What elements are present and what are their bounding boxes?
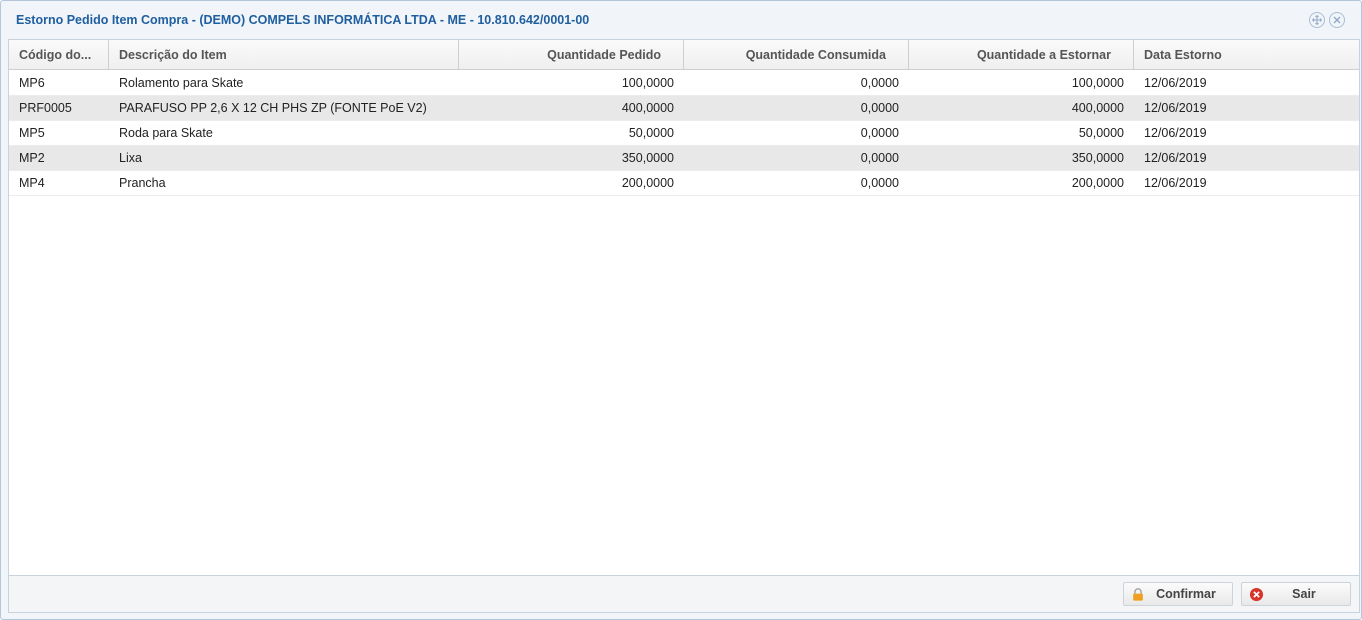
- cell-quantidade-pedido: 200,0000: [621, 176, 674, 190]
- cell-codigo: PRF0005: [19, 101, 72, 115]
- exit-label: Sair: [1292, 587, 1316, 601]
- column-header-descricao[interactable]: Descrição do Item: [109, 40, 459, 70]
- cell-descricao: Roda para Skate: [119, 126, 213, 140]
- close-icon[interactable]: [1329, 12, 1345, 28]
- cell-codigo: MP2: [19, 151, 45, 165]
- cancel-icon: [1248, 586, 1264, 602]
- cell-quantidade-consumida: 0,0000: [860, 151, 899, 165]
- lock-icon: [1130, 586, 1146, 602]
- cell-descricao: Rolamento para Skate: [119, 76, 244, 90]
- title-tools: [1309, 12, 1345, 28]
- cell-descricao: Prancha: [119, 176, 166, 190]
- cell-quantidade-pedido: 100,0000: [621, 76, 674, 90]
- cell-quantidade-pedido: 400,0000: [621, 101, 674, 115]
- cell-quantidade-estornar: 350,0000: [1071, 151, 1124, 165]
- window-title: Estorno Pedido Item Compra - (DEMO) COMP…: [16, 13, 590, 27]
- exit-button[interactable]: Sair: [1241, 582, 1351, 606]
- cell-data-estorno: 12/06/2019: [1144, 176, 1207, 190]
- title-bar[interactable]: Estorno Pedido Item Compra - (DEMO) COMP…: [1, 1, 1361, 39]
- cell-quantidade-estornar: 200,0000: [1071, 176, 1124, 190]
- column-header-data-estorno[interactable]: Data Estorno: [1134, 40, 1359, 70]
- table-row[interactable]: MP4 Prancha 200,0000 0,0000 200,0000 12/…: [9, 171, 1359, 196]
- cell-quantidade-consumida: 0,0000: [860, 176, 899, 190]
- grid-header: Código do... Descrição do Item Quantidad…: [9, 40, 1359, 70]
- cell-data-estorno: 12/06/2019: [1144, 76, 1207, 90]
- table-row[interactable]: MP5 Roda para Skate 50,0000 0,0000 50,00…: [9, 121, 1359, 146]
- cell-data-estorno: 12/06/2019: [1144, 101, 1207, 115]
- column-header-codigo[interactable]: Código do...: [9, 40, 109, 70]
- table-row[interactable]: MP2 Lixa 350,0000 0,0000 350,0000 12/06/…: [9, 146, 1359, 171]
- cell-quantidade-consumida: 0,0000: [860, 101, 899, 115]
- cell-data-estorno: 12/06/2019: [1144, 151, 1207, 165]
- cell-descricao: Lixa: [119, 151, 142, 165]
- confirm-label: Confirmar: [1156, 587, 1216, 601]
- cell-data-estorno: 12/06/2019: [1144, 126, 1207, 140]
- column-header-quantidade-pedido[interactable]: Quantidade Pedido: [459, 40, 684, 70]
- cell-quantidade-consumida: 0,0000: [860, 76, 899, 90]
- dialog-window: Estorno Pedido Item Compra - (DEMO) COMP…: [0, 0, 1362, 620]
- cell-quantidade-consumida: 0,0000: [860, 126, 899, 140]
- cell-codigo: MP6: [19, 76, 45, 90]
- cell-descricao: PARAFUSO PP 2,6 X 12 CH PHS ZP (FONTE Po…: [119, 101, 427, 115]
- items-grid: Código do... Descrição do Item Quantidad…: [8, 39, 1360, 576]
- table-row[interactable]: MP6 Rolamento para Skate 100,0000 0,0000…: [9, 71, 1359, 96]
- cell-quantidade-estornar: 100,0000: [1071, 76, 1124, 90]
- column-header-quantidade-estornar[interactable]: Quantidade a Estornar: [909, 40, 1134, 70]
- move-icon[interactable]: [1309, 12, 1325, 28]
- cell-codigo: MP5: [19, 126, 45, 140]
- table-row[interactable]: PRF0005 PARAFUSO PP 2,6 X 12 CH PHS ZP (…: [9, 96, 1359, 121]
- grid-body: MP6 Rolamento para Skate 100,0000 0,0000…: [9, 71, 1359, 196]
- cell-quantidade-estornar: 400,0000: [1071, 101, 1124, 115]
- cell-quantidade-pedido: 350,0000: [621, 151, 674, 165]
- cell-codigo: MP4: [19, 176, 45, 190]
- dialog-footer: Confirmar Sair: [8, 576, 1360, 613]
- cell-quantidade-pedido: 50,0000: [628, 126, 674, 140]
- column-header-quantidade-consumida[interactable]: Quantidade Consumida: [684, 40, 909, 70]
- confirm-button[interactable]: Confirmar: [1123, 582, 1233, 606]
- cell-quantidade-estornar: 50,0000: [1078, 126, 1124, 140]
